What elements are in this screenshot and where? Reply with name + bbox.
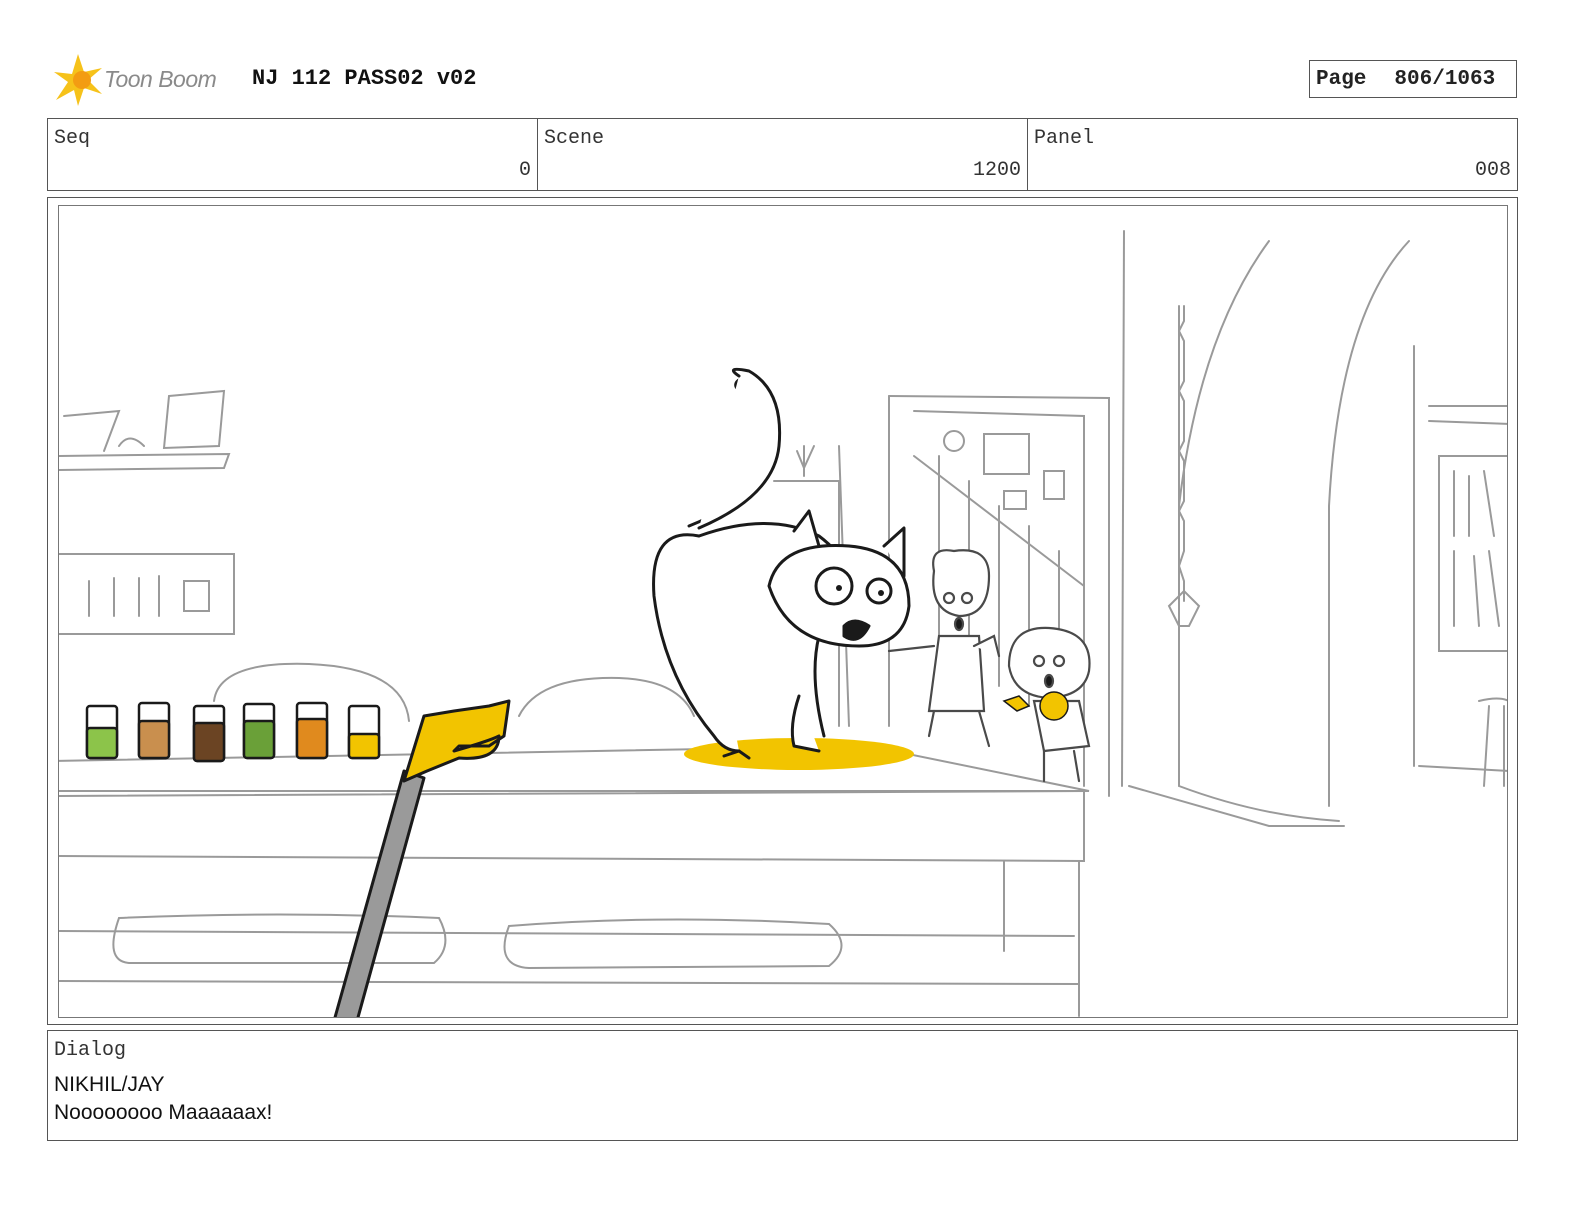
scene-cell: Scene 1200 bbox=[538, 119, 1028, 190]
page-counter: Page 806/1063 bbox=[1309, 60, 1517, 98]
scene-value: 1200 bbox=[972, 159, 1021, 182]
document-title: NJ 112 PASS02 v02 bbox=[252, 66, 477, 91]
dialog-character: NIKHIL/JAY bbox=[54, 1073, 165, 1096]
scene-label: Scene bbox=[544, 127, 605, 150]
info-row: Seq 0 Scene 1200 Panel 008 bbox=[47, 118, 1518, 191]
dialog-box: Dialog NIKHIL/JAY Noooooooo Maaaaaax! bbox=[47, 1030, 1518, 1141]
storyboard-panel bbox=[58, 205, 1508, 1018]
storyboard-drawing bbox=[59, 230, 1507, 1017]
panel-value: 008 bbox=[1474, 159, 1511, 182]
panel-label: Panel bbox=[1034, 127, 1095, 150]
page-label: Page bbox=[1316, 67, 1367, 91]
page-value: 806/1063 bbox=[1394, 67, 1496, 91]
dialog-line: Noooooooo Maaaaaax! bbox=[54, 1101, 273, 1124]
seq-cell: Seq 0 bbox=[48, 119, 538, 190]
dialog-label: Dialog bbox=[54, 1039, 127, 1062]
seq-label: Seq bbox=[54, 127, 91, 150]
seq-value: 0 bbox=[518, 159, 531, 182]
logo-wordmark: Toon Boom bbox=[104, 66, 217, 92]
panel-cell: Panel 008 bbox=[1028, 119, 1517, 190]
